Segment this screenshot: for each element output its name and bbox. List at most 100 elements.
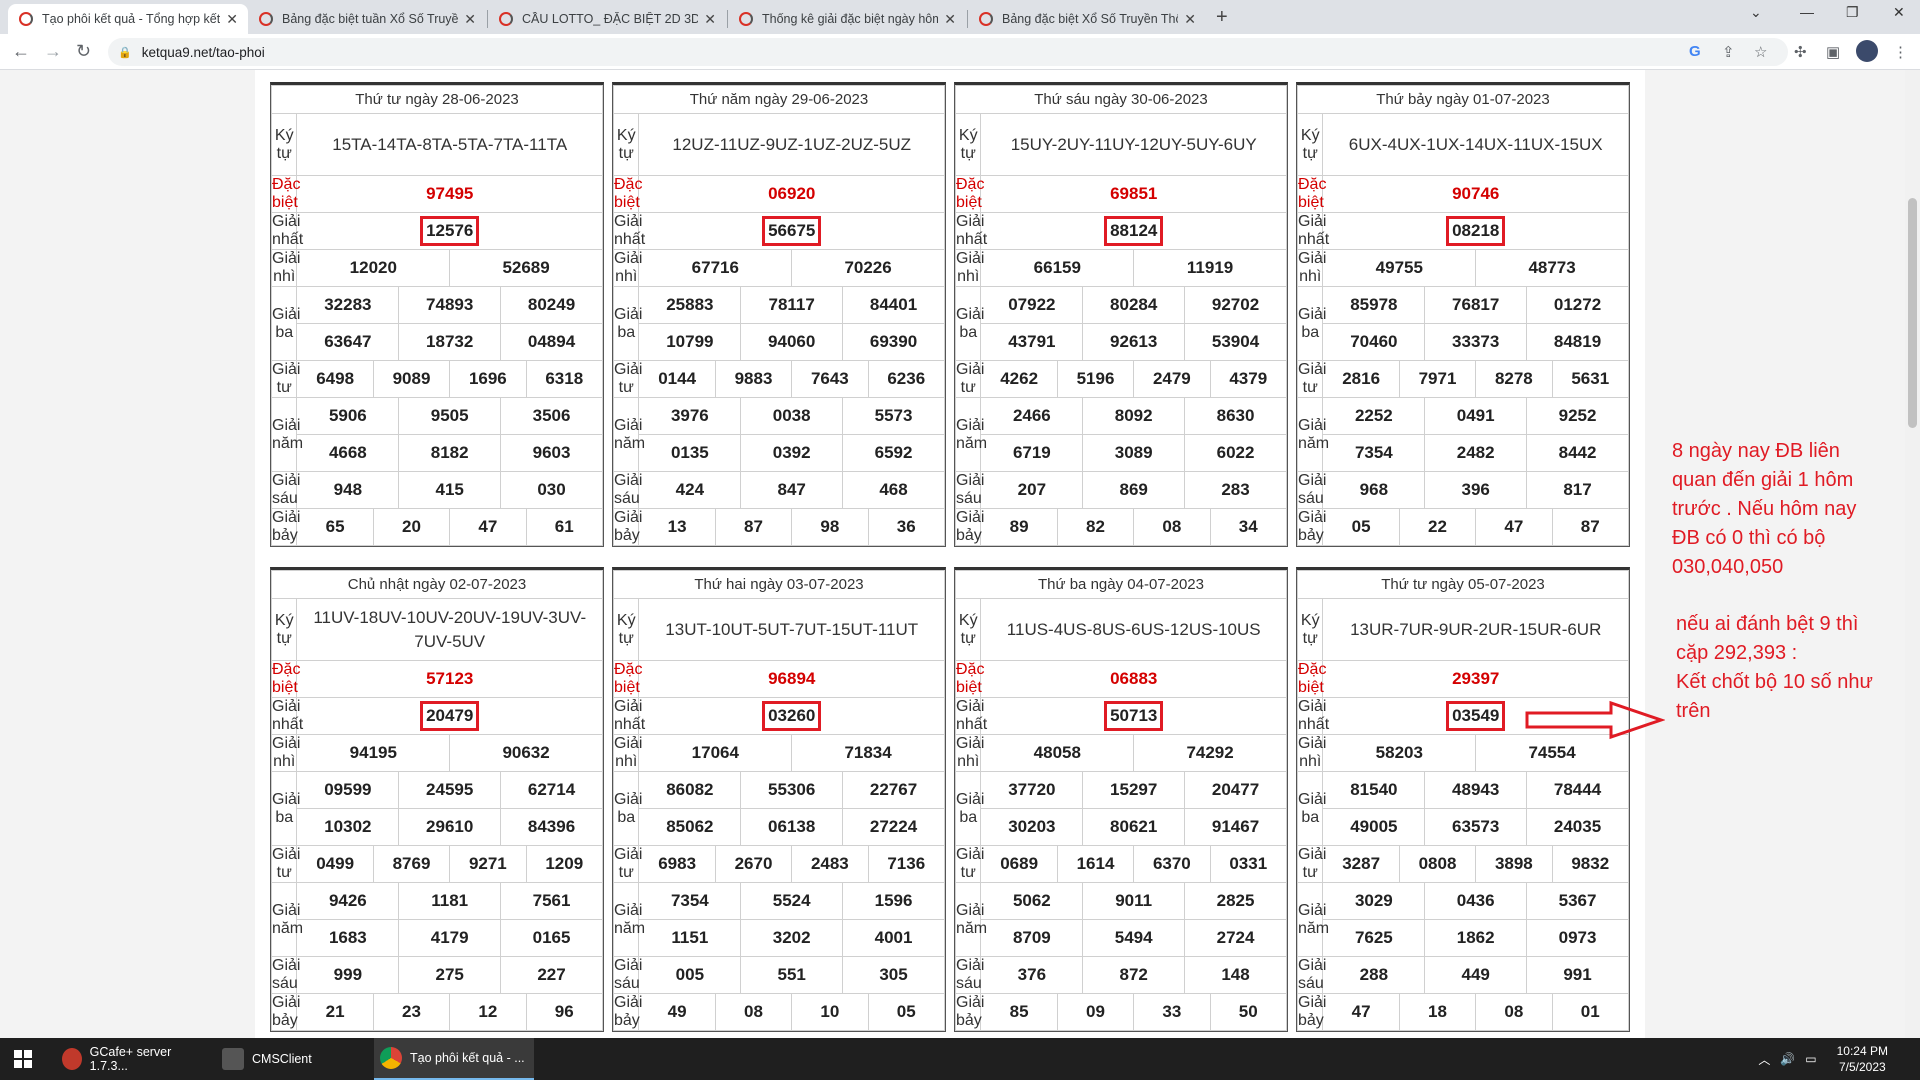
date-header-row: Thứ bảy ngày 01-07-2023 bbox=[1297, 85, 1629, 114]
address-bar[interactable]: 🔒 ketqua9.net/tao-phoi bbox=[108, 38, 1788, 66]
close-tab-icon[interactable]: ✕ bbox=[944, 11, 956, 28]
url-text[interactable]: ketqua9.net/tao-phoi bbox=[142, 45, 265, 60]
prize-label-g7: Giải bảy bbox=[954, 993, 985, 1031]
prize-label-kytu: Ký tự bbox=[612, 598, 640, 661]
page-scrollbar[interactable] bbox=[1905, 70, 1920, 1038]
prize-value: 87 bbox=[1551, 508, 1630, 546]
browser-tab-1[interactable]: Tạo phôi kết quả - Tổng hợp kết ✕ bbox=[8, 4, 248, 34]
restore-icon[interactable]: ❐ bbox=[1846, 4, 1859, 21]
prize-label-g5: Giải năm bbox=[270, 397, 303, 472]
prize-label-g7: Giải bảy bbox=[1296, 508, 1327, 546]
scrollbar-thumb[interactable] bbox=[1908, 198, 1917, 428]
reload-icon[interactable]: ↻ bbox=[76, 41, 91, 62]
tab-search-chevron-icon[interactable]: ⌄ bbox=[1750, 4, 1762, 21]
prize-value: 6370 bbox=[1133, 845, 1211, 883]
network-icon[interactable]: ▭ bbox=[1805, 1052, 1816, 1066]
bookmark-star-icon[interactable]: ☆ bbox=[1754, 43, 1767, 61]
windows-taskbar: GCafe+ server 1.7.3... CMSClient Tạo phô… bbox=[0, 1038, 1920, 1080]
prize-value: 62714 bbox=[500, 771, 603, 809]
third-prize-row: Giải ba 81540 48943 78444 bbox=[1296, 771, 1629, 846]
minimize-icon[interactable]: — bbox=[1800, 4, 1814, 20]
chrome-icon bbox=[380, 1047, 402, 1069]
prize-value: 0808 bbox=[1398, 845, 1477, 883]
fifth-prize-row: Giải năm 7354 5524 1596 bbox=[612, 882, 945, 957]
browser-menu-icon[interactable]: ⋮ bbox=[1893, 43, 1908, 61]
prize-value: 74292 bbox=[1133, 734, 1287, 772]
fourth-prize-row: Giải tư 3287 0808 3898 9832 bbox=[1296, 845, 1630, 883]
annotation-note-1: 8 ngày nay ĐB liên quan đến giải 1 hôm t… bbox=[1672, 437, 1856, 582]
volume-icon[interactable]: 🔊 bbox=[1780, 1052, 1795, 1066]
prize-value: 12 bbox=[449, 993, 527, 1031]
sixth-prize-row: Giải sáu 999 275 227 bbox=[270, 956, 603, 994]
prize-value: 415 bbox=[398, 471, 502, 509]
google-icon[interactable]: G bbox=[1689, 43, 1701, 60]
kytu-row: Ký tự 15UY-2UY-11UY-12UY-5UY-6UY bbox=[954, 113, 1287, 176]
special-prize-value: 29397 bbox=[1322, 660, 1629, 698]
prize-value: 551 bbox=[740, 956, 844, 994]
browser-tab-4[interactable]: Thống kê giải đặc biệt ngày hôm ✕ bbox=[728, 4, 966, 34]
kytu-value: 11UV-18UV-10UV-20UV-19UV-3UV-7UV-5UV bbox=[296, 598, 603, 661]
prize-value: 20477 bbox=[1184, 771, 1287, 809]
prize-label-g3: Giải ba bbox=[612, 286, 642, 361]
side-panel-icon[interactable]: ▣ bbox=[1826, 43, 1840, 61]
extensions-puzzle-icon[interactable]: ✣ bbox=[1794, 43, 1807, 61]
taskbar-app-gcafe[interactable]: GCafe+ server 1.7.3... bbox=[56, 1038, 206, 1080]
close-window-icon[interactable]: ✕ bbox=[1893, 4, 1905, 21]
back-arrow-icon[interactable]: ← bbox=[12, 41, 30, 62]
close-tab-icon[interactable]: ✕ bbox=[704, 11, 716, 28]
special-prize-row: Đặc biệt 29397 bbox=[1296, 660, 1629, 698]
prize-value: 9426 bbox=[296, 882, 400, 920]
fourth-prize-row: Giải tư 6983 2670 2483 7136 bbox=[612, 845, 946, 883]
prize-label-g6: Giải sáu bbox=[270, 956, 301, 994]
prize-value: 85 bbox=[980, 993, 1058, 1031]
prize-value: 6022 bbox=[1184, 434, 1287, 472]
prize-label-g4: Giải tư bbox=[270, 845, 301, 883]
annotation-line: trên bbox=[1676, 700, 1711, 722]
draw-date: Thứ tư ngày 28-06-2023 bbox=[271, 85, 603, 114]
prize-label-g3: Giải ba bbox=[612, 771, 642, 846]
prize-label-g4: Giải tư bbox=[612, 360, 643, 398]
taskbar-app-cmsclient[interactable]: CMSClient bbox=[216, 1038, 364, 1080]
share-icon[interactable]: ⇪ bbox=[1722, 43, 1735, 61]
kytu-row: Ký tự 13UR-7UR-9UR-2UR-15UR-6UR bbox=[1296, 598, 1629, 661]
prize-value: 275 bbox=[398, 956, 502, 994]
prize-value: 7136 bbox=[867, 845, 946, 883]
close-tab-icon[interactable]: ✕ bbox=[226, 11, 238, 28]
prize-value: 2252 bbox=[1322, 397, 1426, 435]
prize-label-g4: Giải tư bbox=[1296, 360, 1327, 398]
taskbar-clock[interactable]: 10:24 PM 7/5/2023 bbox=[1837, 1043, 1888, 1075]
windows-start-icon[interactable] bbox=[14, 1050, 32, 1068]
prize-label-g5: Giải năm bbox=[954, 882, 987, 957]
forward-arrow-icon[interactable]: → bbox=[44, 41, 62, 62]
result-card: Thứ bảy ngày 01-07-2023 Ký tự 6UX-4UX-1UX-… bbox=[1296, 82, 1630, 547]
new-tab-icon[interactable]: + bbox=[1216, 6, 1228, 29]
prize-value: 22767 bbox=[842, 771, 945, 809]
close-tab-icon[interactable]: ✕ bbox=[1184, 11, 1196, 28]
first-prize-highlight: 50713 bbox=[1104, 701, 1164, 731]
prize-value: 10 bbox=[791, 993, 869, 1031]
prize-value: 43791 bbox=[980, 323, 1084, 361]
prize-value: 9252 bbox=[1526, 397, 1629, 435]
third-prize-row: Giải ba 09599 24595 62714 bbox=[270, 771, 603, 846]
browser-tab-2[interactable]: Bảng đặc biệt tuần Xổ Số Truyền ✕ bbox=[248, 4, 486, 34]
lock-icon[interactable]: 🔒 bbox=[118, 46, 132, 59]
fourth-prize-row: Giải tư 2816 7971 8278 5631 bbox=[1296, 360, 1630, 398]
prize-value: 48943 bbox=[1424, 771, 1528, 809]
fifth-prize-row: 1683 4179 0165 bbox=[272, 919, 603, 957]
close-tab-icon[interactable]: ✕ bbox=[464, 11, 476, 28]
browser-tab-3[interactable]: CẦU LOTTO_ ĐẶC BIỆT 2D 3D 4D ✕ bbox=[488, 4, 726, 34]
prize-value: 84401 bbox=[842, 286, 945, 324]
taskbar-app-label: CMSClient bbox=[252, 1052, 312, 1066]
second-prize-row: Giải nhì 67716 70226 bbox=[612, 249, 945, 287]
prize-value: 396 bbox=[1424, 471, 1528, 509]
fifth-prize-row: 8709 5494 2724 bbox=[956, 919, 1287, 957]
prize-value: 005 bbox=[638, 956, 742, 994]
browser-tab-5[interactable]: Bảng đặc biệt Xổ Số Truyền Thốn ✕ bbox=[968, 4, 1206, 34]
profile-avatar[interactable] bbox=[1856, 40, 1878, 62]
prize-value: 85062 bbox=[638, 808, 742, 846]
prize-value: 0165 bbox=[500, 919, 603, 957]
tray-chevron-icon[interactable]: ︿ bbox=[1758, 1051, 1770, 1068]
taskbar-app-chrome[interactable]: Tạo phôi kết quả - ... bbox=[374, 1038, 534, 1080]
kytu-row: Ký tự 15TA-14TA-8TA-5TA-7TA-11TA bbox=[270, 113, 603, 176]
prize-value: 288 bbox=[1322, 956, 1426, 994]
